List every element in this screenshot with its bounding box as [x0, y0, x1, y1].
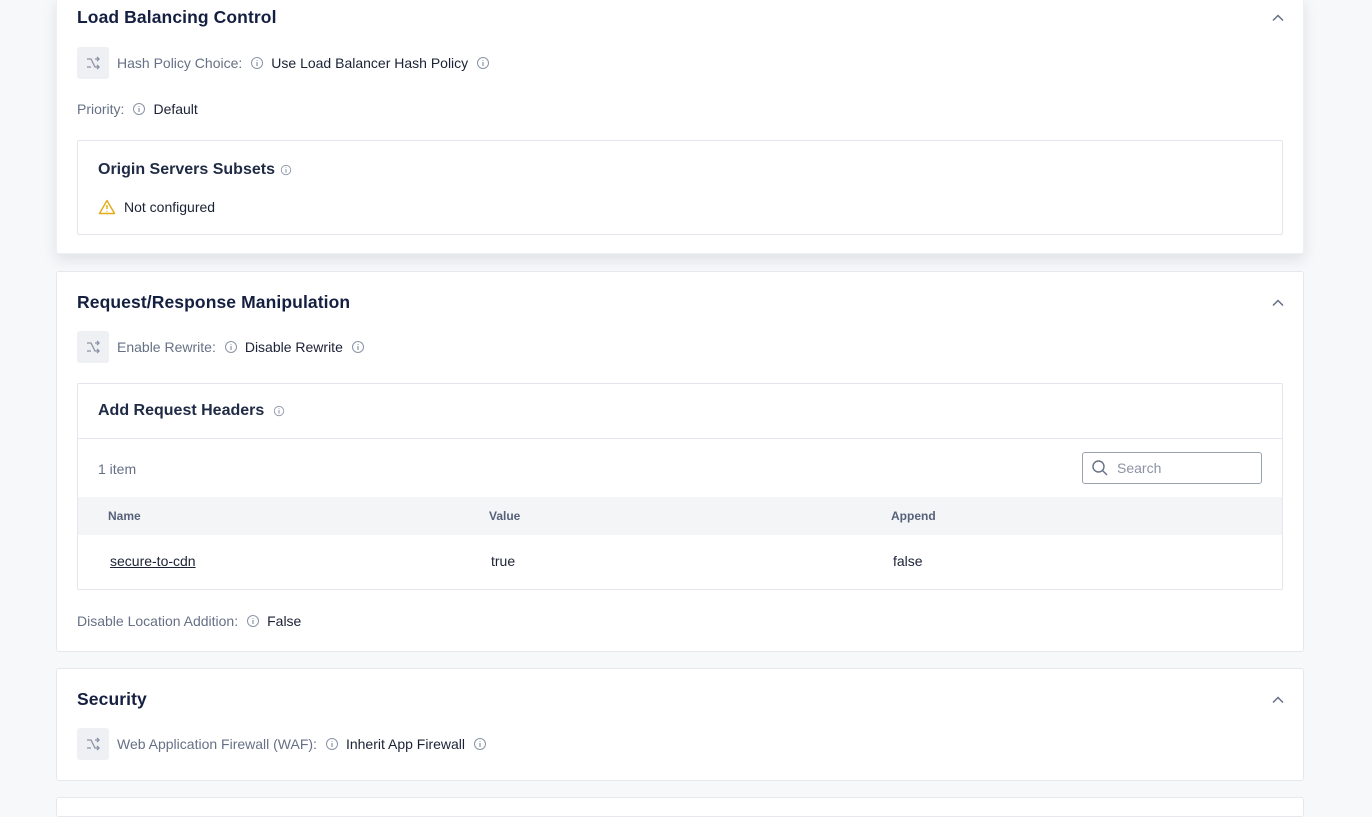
search-box[interactable]	[1082, 452, 1262, 484]
info-icon[interactable]	[132, 102, 146, 116]
choice-shuffle-icon	[77, 47, 109, 79]
info-icon[interactable]	[246, 614, 260, 628]
info-icon[interactable]	[250, 56, 264, 70]
header-append-cell: false	[893, 553, 923, 569]
hash-policy-row: Hash Policy Choice: Use Load Balancer Ha…	[77, 47, 497, 79]
origin-subsets-title: Origin Servers Subsets	[98, 161, 275, 178]
enable-rewrite-value: Disable Rewrite	[244, 339, 343, 355]
info-icon[interactable]	[273, 405, 285, 417]
search-icon	[1092, 460, 1108, 476]
info-icon[interactable]	[473, 737, 487, 751]
add-request-headers-title: Add Request Headers	[98, 402, 265, 419]
load-balancing-card: Load Balancing Control Hash Policy Choic…	[56, 0, 1304, 254]
column-header-append[interactable]: Append	[891, 497, 936, 535]
chevron-up-icon[interactable]	[1271, 296, 1285, 310]
column-header-name[interactable]: Name	[108, 497, 141, 535]
disable-location-value: False	[267, 613, 302, 629]
hash-policy-label: Hash Policy Choice:	[117, 55, 243, 71]
add-request-headers-box: Add Request Headers 1 item Name Value Ap…	[77, 383, 1283, 590]
waf-value: Inherit App Firewall	[345, 736, 466, 752]
header-name-link[interactable]: secure-to-cdn	[110, 535, 196, 587]
not-configured-text: Not configured	[124, 199, 216, 215]
section-title-load-balancing: Load Balancing Control	[77, 7, 277, 27]
table-header: Name Value Append	[78, 497, 1282, 535]
priority-row: Priority: Default	[77, 93, 198, 125]
not-configured-status: Not configured	[98, 199, 215, 215]
info-icon[interactable]	[351, 340, 365, 354]
disable-location-row: Disable Location Addition: False	[77, 605, 301, 637]
table-row: secure-to-cdn true false	[78, 535, 1282, 587]
divider	[78, 438, 1282, 439]
hash-policy-value: Use Load Balancer Hash Policy	[271, 55, 469, 71]
item-count: 1 item	[98, 461, 137, 477]
chevron-up-icon[interactable]	[1271, 11, 1285, 25]
origin-subsets-box: Origin Servers Subsets Not configured	[77, 140, 1283, 235]
info-icon[interactable]	[280, 164, 292, 176]
origin-subsets-title-wrap: Origin Servers Subsets	[98, 161, 292, 179]
disable-location-label: Disable Location Addition:	[77, 613, 239, 629]
choice-shuffle-icon	[77, 728, 109, 760]
info-icon[interactable]	[325, 737, 339, 751]
enable-rewrite-row: Enable Rewrite: Disable Rewrite	[77, 331, 372, 363]
priority-label: Priority:	[77, 101, 125, 117]
warning-icon	[98, 199, 116, 215]
waf-row: Web Application Firewall (WAF): Inherit …	[77, 728, 494, 760]
security-card: Security Web Application Firewall (WAF):…	[56, 668, 1304, 781]
enable-rewrite-label: Enable Rewrite:	[117, 339, 216, 355]
waf-label: Web Application Firewall (WAF):	[117, 736, 317, 752]
info-icon[interactable]	[476, 56, 490, 70]
section-title-security: Security	[77, 689, 147, 709]
column-header-value[interactable]: Value	[489, 497, 520, 535]
info-icon[interactable]	[224, 340, 238, 354]
choice-shuffle-icon	[77, 331, 109, 363]
chevron-up-icon[interactable]	[1271, 693, 1285, 707]
next-card-partial	[56, 797, 1304, 817]
header-value-cell: true	[491, 553, 516, 569]
request-response-card: Request/Response Manipulation Enable Rew…	[56, 271, 1304, 652]
section-title-request-response: Request/Response Manipulation	[77, 292, 351, 312]
search-input[interactable]	[1115, 459, 1249, 477]
add-request-headers-title-wrap: Add Request Headers	[98, 402, 285, 420]
priority-value: Default	[153, 101, 198, 117]
